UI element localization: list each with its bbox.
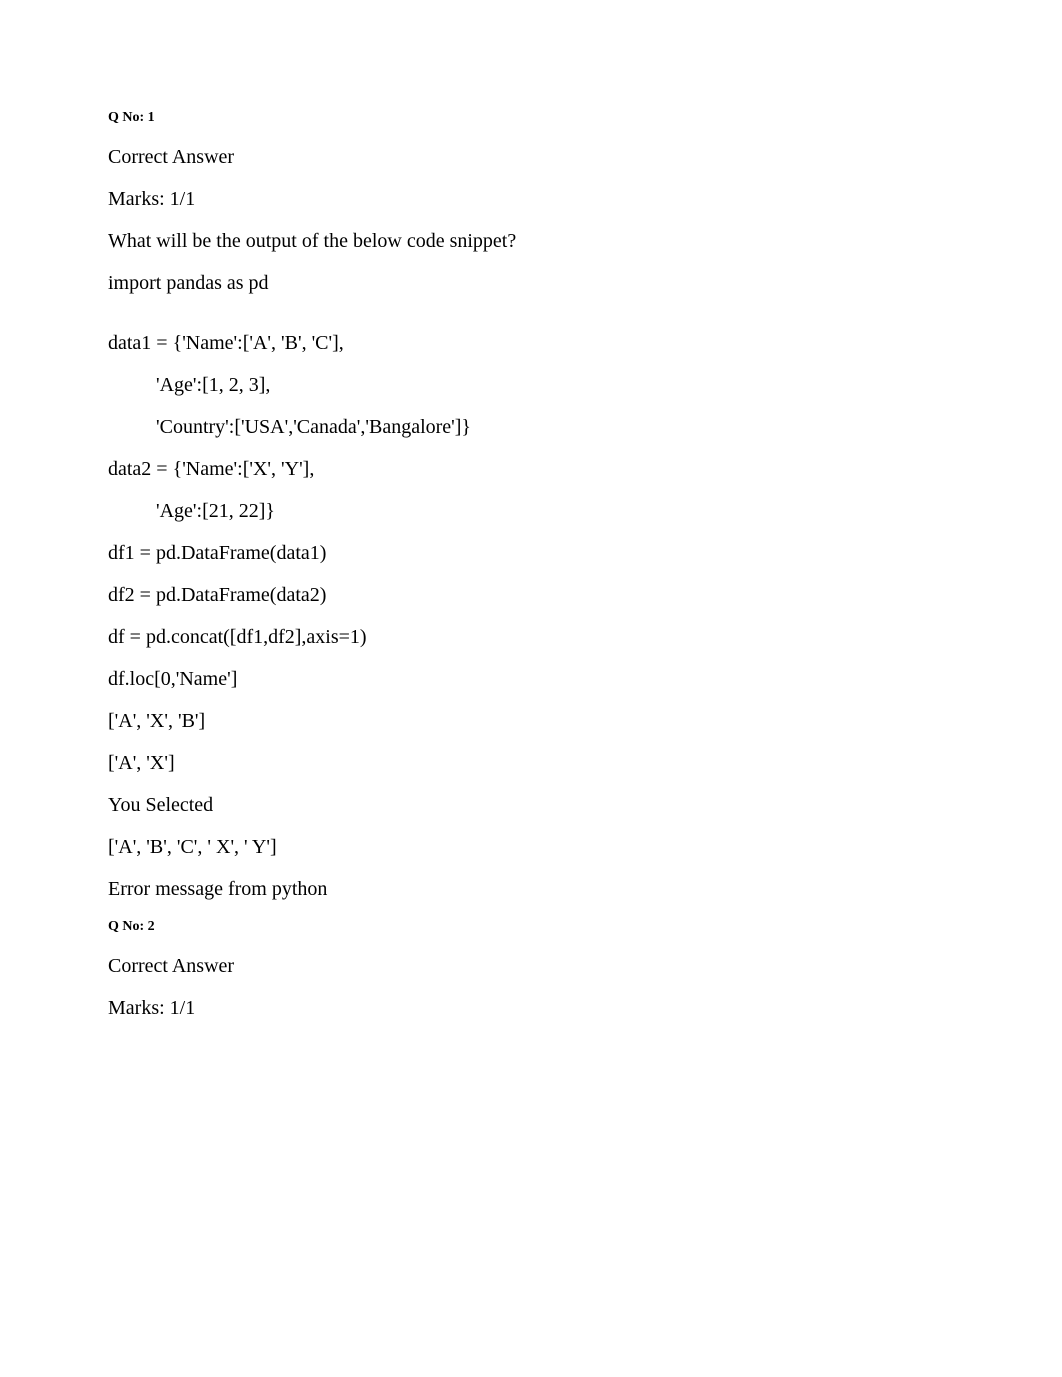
code-line: data2 = {'Name':['X', 'Y'],: [108, 457, 954, 481]
code-line: df2 = pd.DataFrame(data2): [108, 583, 954, 607]
question-number-2: Q No: 2: [108, 919, 954, 936]
code-line: 'Age':[21, 22]}: [108, 499, 954, 523]
code-line: 'Age':[1, 2, 3],: [108, 373, 954, 397]
code-line: df = pd.concat([df1,df2],axis=1): [108, 625, 954, 649]
option-4: Error message from python: [108, 877, 954, 901]
code-line: import pandas as pd: [108, 271, 954, 295]
option-2: ['A', 'X']: [108, 751, 954, 775]
option-3: ['A', 'B', 'C', ' X', ' Y']: [108, 835, 954, 859]
code-line: data1 = {'Name':['A', 'B', 'C'],: [108, 331, 954, 355]
question-number-1: Q No: 1: [108, 110, 954, 127]
marks-2: Marks: 1/1: [108, 996, 954, 1020]
answer-status-1: Correct Answer: [108, 145, 954, 169]
question-text-1: What will be the output of the below cod…: [108, 229, 954, 253]
you-selected-label: You Selected: [108, 793, 954, 817]
option-1: ['A', 'X', 'B']: [108, 709, 954, 733]
code-line: 'Country':['USA','Canada','Bangalore']}: [108, 415, 954, 439]
code-line: df1 = pd.DataFrame(data1): [108, 541, 954, 565]
code-line: df.loc[0,'Name']: [108, 667, 954, 691]
blank-line: [108, 313, 954, 331]
answer-status-2: Correct Answer: [108, 954, 954, 978]
marks-1: Marks: 1/1: [108, 187, 954, 211]
